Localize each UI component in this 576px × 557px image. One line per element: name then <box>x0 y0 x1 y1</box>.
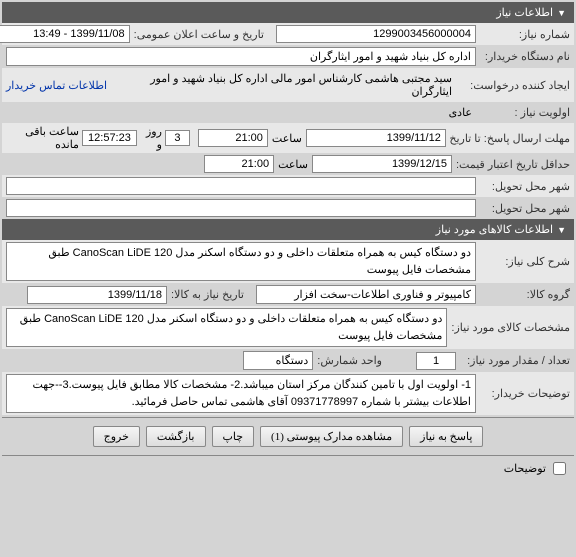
section-title-goods: اطلاعات کالاهای مورد نیاز <box>436 223 553 236</box>
row-spec: مشخصات کالای مورد نیاز: دو دستگاه کیس به… <box>2 306 574 349</box>
validity-time: 21:00 <box>204 155 274 173</box>
row-priority: اولویت نیاز : عادی <box>2 102 574 123</box>
print-button[interactable]: چاپ <box>212 426 255 447</box>
qty-label: تعداد / مقدار مورد نیاز: <box>460 354 570 367</box>
delivery-city-value <box>6 177 476 195</box>
footer-notes-row: توضیحات <box>2 458 574 479</box>
row-qty: تعداد / مقدار مورد نیاز: 1 واحد شمارش: د… <box>2 349 574 372</box>
need-number-value: 1299003456000004 <box>276 25 476 43</box>
spec-label: مشخصات کالای مورد نیاز: <box>451 321 570 334</box>
need-date-label: تاریخ نیاز به کالا: <box>171 288 244 301</box>
back-button[interactable]: بازگشت <box>146 426 206 447</box>
need-date-value: 1399/11/18 <box>27 286 167 304</box>
row-deadline: مهلت ارسال پاسخ: تا تاریخ : 1399/11/12 س… <box>2 123 574 153</box>
priority-label: اولویت نیاز : <box>480 106 570 119</box>
general-desc-value: دو دستگاه کیس به همراه متعلقات داخلی و د… <box>6 242 476 281</box>
row-buyer-notes: توضیحات خریدار: 1- اولویت اول با تامین ک… <box>2 372 574 415</box>
remaining-time-text: ساعت باقی مانده <box>6 125 79 151</box>
row-general-desc: شرح کلی نیاز: دو دستگاه کیس به همراه متع… <box>2 240 574 283</box>
row-buyer-city: شهر محل تحویل: <box>2 197 574 219</box>
row-buyer-org: نام دستگاه خریدار: اداره کل بنیاد شهید و… <box>2 45 574 68</box>
qty-value: 1 <box>416 352 456 370</box>
attachments-button[interactable]: مشاهده مدارک پیوستی (1) <box>260 426 403 447</box>
buyer-contact-link[interactable]: اطلاعات تماس خریدار <box>6 79 107 92</box>
row-group: گروه کالا: کامپیوتر و فناوری اطلاعات-سخت… <box>2 283 574 306</box>
time-label-2: ساعت <box>278 158 308 171</box>
general-desc-label: شرح کلی نیاز: <box>480 255 570 268</box>
separator <box>2 417 574 418</box>
delivery-city-label: شهر محل تحویل: <box>480 180 570 193</box>
deadline-date: 1399/11/12 <box>306 129 446 147</box>
section-header-goods-info: ▼ اطلاعات کالاهای مورد نیاز <box>2 219 574 240</box>
buyer-org-value: اداره کل بنیاد شهید و امور ایثارگران <box>6 47 476 66</box>
remaining-days-text: روز و <box>140 125 162 151</box>
row-delivery-city: شهر محل تحویل: <box>2 175 574 197</box>
unit-label: واحد شمارش: <box>317 354 382 367</box>
announce-value: 1399/11/08 - 13:49 <box>0 25 130 43</box>
button-row: پاسخ به نیاز مشاهده مدارک پیوستی (1) چاپ… <box>2 420 574 453</box>
announce-label: تاریخ و ساعت اعلان عمومی: <box>134 28 264 41</box>
group-label: گروه کالا: <box>480 288 570 301</box>
deadline-label: مهلت ارسال پاسخ: تا تاریخ : <box>450 132 570 145</box>
chevron-down-icon: ▼ <box>557 225 566 235</box>
time-label-1: ساعت <box>272 132 302 145</box>
remaining-days: 3 <box>165 130 190 146</box>
buyer-city-label: شهر محل تحویل: <box>480 202 570 215</box>
row-validity: حداقل تاریخ اعتبار قیمت: 1399/12/15 ساعت… <box>2 153 574 175</box>
deadline-time: 21:00 <box>198 129 268 147</box>
notes-checkbox-label: توضیحات <box>504 462 546 475</box>
validity-label: حداقل تاریخ اعتبار قیمت: <box>456 158 570 171</box>
validity-date: 1399/12/15 <box>312 155 452 173</box>
group-value: کامپیوتر و فناوری اطلاعات-سخت افزار <box>256 285 476 304</box>
remaining-time: 12:57:23 <box>82 130 137 146</box>
chevron-down-icon: ▼ <box>557 8 566 18</box>
reply-button[interactable]: پاسخ به نیاز <box>409 426 483 447</box>
need-number-label: شماره نیاز: <box>480 28 570 41</box>
creator-value: سید مجتبی هاشمی کارشناس امور مالی اداره … <box>111 70 456 100</box>
creator-label: ایجاد کننده درخواست: <box>460 79 570 92</box>
row-creator: ایجاد کننده درخواست: سید مجتبی هاشمی کار… <box>2 68 574 102</box>
notes-checkbox[interactable] <box>553 462 566 475</box>
exit-button[interactable]: خروج <box>93 426 140 447</box>
priority-value: عادی <box>6 104 476 121</box>
buyer-notes-label: توضیحات خریدار: <box>480 387 570 400</box>
row-need-number: شماره نیاز: 1299003456000004 تاریخ و ساع… <box>2 23 574 45</box>
buyer-notes-value: 1- اولویت اول با تامین کنندگان مرکز استا… <box>6 374 476 413</box>
buyer-org-label: نام دستگاه خریدار: <box>480 50 570 63</box>
buyer-city-value <box>6 199 476 217</box>
separator <box>2 455 574 456</box>
unit-value: دستگاه <box>243 351 313 370</box>
section-title: اطلاعات نیاز <box>496 6 553 19</box>
section-header-need-info: ▼ اطلاعات نیاز <box>2 2 574 23</box>
time-remaining: 3 روز و 12:57:23 ساعت باقی مانده <box>6 125 190 151</box>
spec-value: دو دستگاه کیس به همراه متعلقات داخلی و د… <box>6 308 447 347</box>
